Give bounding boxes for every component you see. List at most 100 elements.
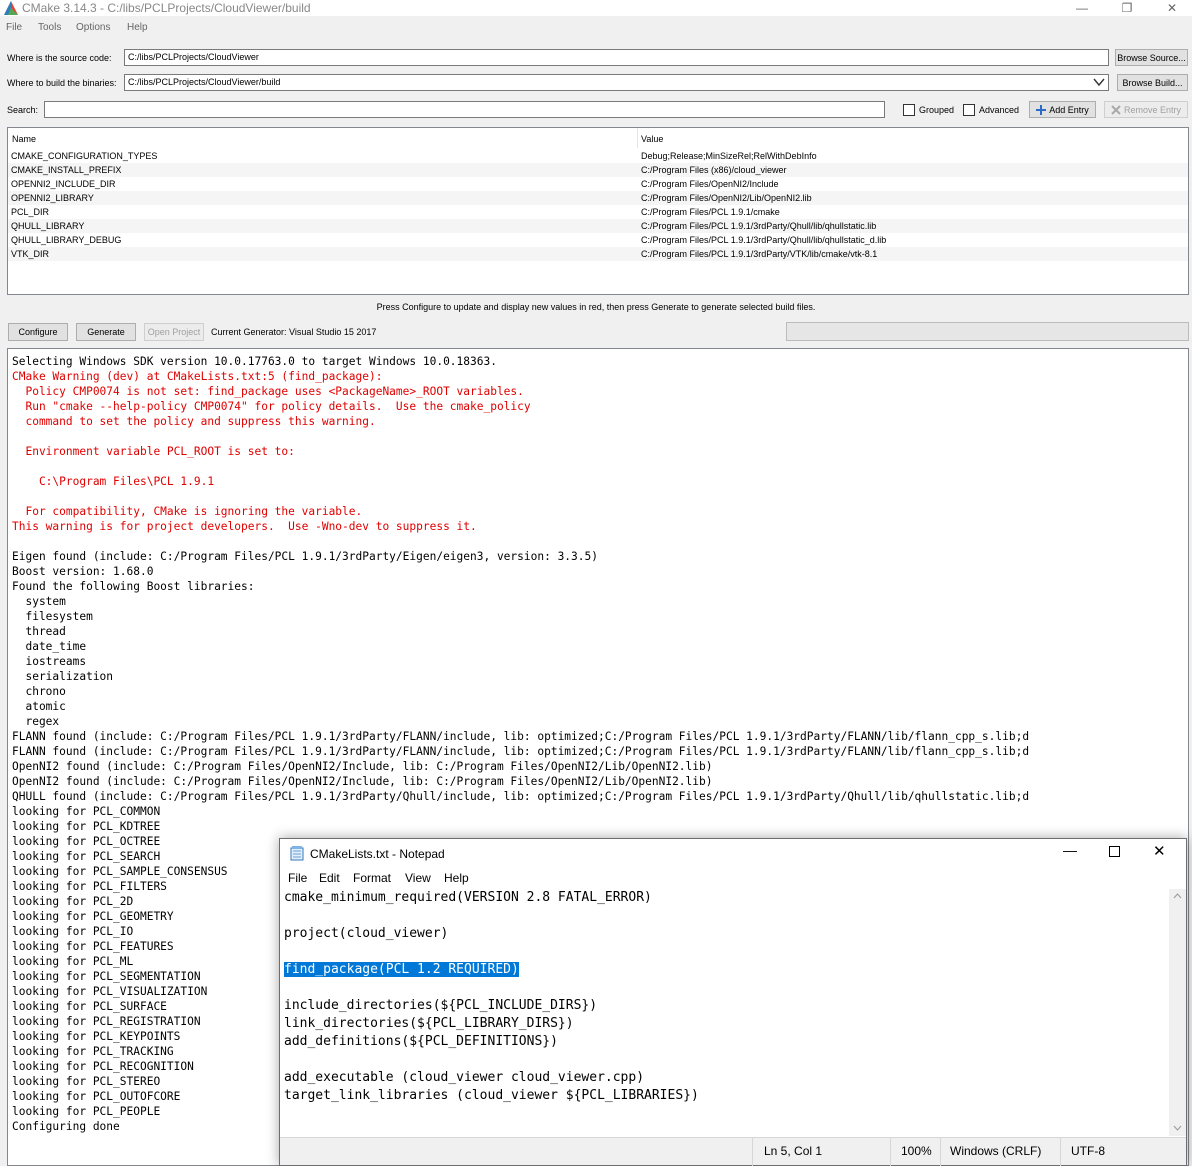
output-line: date_time (12, 640, 87, 653)
remove-entry-label: Remove Entry (1123, 104, 1182, 115)
output-line: For compatibility, CMake is ignoring the… (12, 505, 363, 518)
notepad-line: target_link_libraries (cloud_viewer ${PC… (284, 1087, 699, 1105)
column-divider[interactable] (637, 128, 638, 148)
notepad-menu-edit[interactable]: Edit (319, 871, 340, 885)
open-project-button[interactable]: Open Project (144, 323, 204, 341)
table-row[interactable]: QHULL_LIBRARY C:/Program Files/PCL 1.9.1/… (8, 219, 1188, 233)
minimize-button[interactable]: — (1062, 0, 1102, 16)
output-line: OpenNI2 found (include: C:/Program Files… (12, 760, 713, 773)
cell-name: OPENNI2_INCLUDE_DIR (11, 179, 116, 189)
line-text: include_directories(${PCL_INCLUDE_DIRS}) (284, 998, 598, 1013)
menu-help[interactable]: Help (127, 22, 148, 33)
notepad-maximize-button[interactable] (1109, 846, 1120, 857)
notepad-menu-format[interactable]: Format (353, 871, 391, 885)
generate-button[interactable]: Generate (76, 323, 136, 341)
grouped-label: Grouped (919, 105, 955, 115)
add-entry-button[interactable]: Add Entry (1029, 101, 1096, 118)
add-entry-label: Add Entry (1049, 104, 1089, 115)
output-line: thread (12, 625, 66, 638)
advanced-checkbox[interactable] (963, 104, 975, 116)
browse-source-button[interactable]: Browse Source... (1115, 49, 1188, 66)
table-row[interactable]: QHULL_LIBRARY_DEBUG C:/Program Files/PCL … (8, 233, 1188, 247)
output-line: looking for PCL_KDTREE (12, 820, 161, 833)
close-button[interactable]: ✕ (1152, 0, 1192, 16)
chevron-down-icon[interactable] (1093, 78, 1105, 87)
cell-value: C:/Program Files/OpenNI2/Include (641, 179, 779, 189)
output-line: iostreams (12, 655, 87, 668)
cell-name: CMAKE_CONFIGURATION_TYPES (11, 151, 158, 161)
menu-options[interactable]: Options (76, 22, 110, 33)
notepad-title-bar[interactable]: CMakeLists.txt - Notepad — ✕ (280, 839, 1186, 869)
cache-table[interactable]: Name Value CMAKE_CONFIGURATION_TYPES Debu… (7, 127, 1189, 295)
source-label: Where is the source code: (7, 53, 112, 63)
notepad-line (284, 907, 699, 925)
build-path-combobox[interactable]: C:/libs/PCLProjects/CloudViewer/build (124, 74, 1109, 91)
notepad-text-area[interactable]: cmake_minimum_required(VERSION 2.8 FATAL… (284, 889, 699, 1105)
configure-button[interactable]: Configure (8, 323, 68, 341)
column-header-name[interactable]: Name (12, 134, 36, 144)
scroll-up-icon[interactable] (1173, 893, 1182, 899)
table-row[interactable]: OPENNI2_INCLUDE_DIR C:/Program Files/Open… (8, 177, 1188, 191)
remove-icon (1111, 104, 1121, 115)
notepad-menu-file[interactable]: File (288, 871, 307, 885)
add-icon (1036, 104, 1047, 115)
notepad-line: add_executable (cloud_viewer cloud_viewe… (284, 1069, 699, 1087)
cell-name: PCL_DIR (11, 207, 50, 217)
source-path-input[interactable]: C:/libs/PCLProjects/CloudViewer (124, 49, 1109, 66)
notepad-vertical-scrollbar[interactable] (1169, 889, 1186, 1136)
menu-tools[interactable]: Tools (38, 22, 61, 33)
cell-name: OPENNI2_LIBRARY (11, 193, 94, 203)
table-row[interactable]: CMAKE_CONFIGURATION_TYPES Debug;Release;M… (8, 149, 1188, 163)
configure-hint: Press Configure to update and display ne… (376, 302, 816, 312)
column-header-value[interactable]: Value (641, 134, 663, 144)
restore-button[interactable]: ❐ (1107, 0, 1147, 16)
output-line: CMake Warning (dev) at CMakeLists.txt:5 … (12, 370, 383, 383)
cell-value: C:/Program Files/OpenNI2/Lib/OpenNI2.lib (641, 193, 812, 203)
output-line: Environment variable PCL_ROOT is set to: (12, 445, 295, 458)
output-line: command to set the policy and suppress t… (12, 415, 376, 428)
notepad-line: include_directories(${PCL_INCLUDE_DIRS}) (284, 997, 699, 1015)
menu-file[interactable]: File (6, 22, 22, 33)
notepad-line (284, 943, 699, 961)
line-text: project(cloud_viewer) (284, 926, 449, 941)
notepad-line: cmake_minimum_required(VERSION 2.8 FATAL… (284, 889, 699, 907)
notepad-line: add_definitions(${PCL_DEFINITIONS}) (284, 1033, 699, 1051)
scroll-down-icon[interactable] (1173, 1125, 1182, 1131)
browse-build-button[interactable]: Browse Build... (1117, 74, 1188, 91)
cmake-title-bar[interactable]: CMake 3.14.3 - C:/libs/PCLProjects/Cloud… (0, 0, 1192, 16)
remove-entry-button[interactable]: Remove Entry (1104, 101, 1188, 118)
cell-name: QHULL_LIBRARY (11, 221, 85, 231)
table-row[interactable]: VTK_DIR C:/Program Files/PCL 1.9.1/3rdPar… (8, 247, 1188, 261)
cell-value: C:/Program Files/PCL 1.9.1/3rdParty/VTK/… (641, 249, 878, 259)
notepad-menu-help[interactable]: Help (444, 871, 469, 885)
notepad-minimize-button[interactable]: — (1063, 842, 1077, 858)
table-row[interactable]: CMAKE_INSTALL_PREFIX C:/Program Files (x8… (8, 163, 1188, 177)
table-row[interactable]: OPENNI2_LIBRARY C:/Program Files/OpenNI2/… (8, 191, 1188, 205)
output-line: Found the following Boost libraries: (12, 580, 255, 593)
output-line: QHULL found (include: C:/Program Files/P… (12, 790, 1030, 803)
current-generator-label: Current Generator: Visual Studio 15 2017 (211, 327, 377, 337)
output-line: OpenNI2 found (include: C:/Program Files… (12, 775, 713, 788)
notepad-status-bar: Ln 5, Col 1 100% Windows (CRLF) UTF-8 (280, 1137, 1186, 1166)
status-divider (752, 1138, 753, 1166)
grouped-checkbox[interactable] (903, 104, 915, 116)
status-line-endings: Windows (CRLF) (950, 1144, 1042, 1158)
cell-name: QHULL_LIBRARY_DEBUG (11, 235, 122, 245)
table-row[interactable]: PCL_DIR C:/Program Files/PCL 1.9.1/cmake (8, 205, 1188, 219)
notepad-menu-view[interactable]: View (405, 871, 431, 885)
search-input[interactable] (44, 101, 885, 118)
notepad-title: CMakeLists.txt - Notepad (310, 847, 445, 861)
line-text: add_definitions(${PCL_DEFINITIONS}) (284, 1034, 558, 1049)
build-label: Where to build the binaries: (7, 78, 117, 88)
notepad-close-button[interactable]: ✕ (1153, 842, 1166, 860)
output-line: system (12, 595, 66, 608)
cell-value: C:/Program Files/PCL 1.9.1/cmake (641, 207, 780, 217)
notepad-window[interactable]: CMakeLists.txt - Notepad — ✕ File Edit F… (279, 838, 1187, 1166)
advanced-label: Advanced (979, 105, 1020, 115)
cell-value: Debug;Release;MinSizeRel;RelWithDebInfo (641, 151, 817, 161)
notepad-line (284, 1051, 699, 1069)
status-cursor-position: Ln 5, Col 1 (764, 1144, 823, 1158)
